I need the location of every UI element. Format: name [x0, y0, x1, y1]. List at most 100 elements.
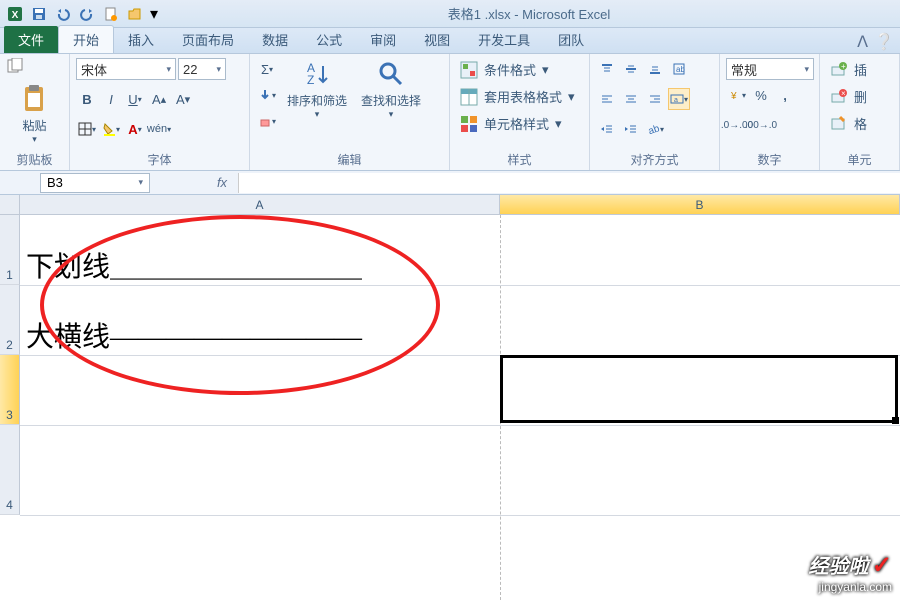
- autosum-button[interactable]: Σ▾: [256, 58, 278, 80]
- copy-button[interactable]: [6, 58, 26, 79]
- cell-styles-button[interactable]: 单元格样式 ▾: [456, 112, 583, 135]
- group-editing: Σ▾ ▾ ▾ AZ 排序和筛选▾ 查找和选择▾ 编辑: [250, 54, 450, 170]
- font-color-button[interactable]: A▾: [124, 118, 146, 140]
- font-size-combo[interactable]: 22▾: [178, 58, 226, 80]
- fill-button[interactable]: ▾: [256, 84, 278, 106]
- redo-icon[interactable]: [76, 3, 98, 25]
- open-icon[interactable]: [124, 3, 146, 25]
- delete-cells-button[interactable]: ×删: [826, 85, 871, 108]
- qat-dropdown-icon[interactable]: ▾: [148, 3, 160, 25]
- align-right-button[interactable]: [644, 88, 666, 110]
- row-header-3[interactable]: 3: [0, 355, 20, 425]
- align-center-button[interactable]: [620, 88, 642, 110]
- phonetic-button[interactable]: wén▾: [148, 118, 170, 140]
- underline-button[interactable]: U▾: [124, 88, 146, 110]
- format-table-button[interactable]: 套用表格格式 ▾: [456, 85, 583, 108]
- sort-filter-button[interactable]: AZ 排序和筛选▾: [282, 58, 352, 120]
- align-left-button[interactable]: [596, 88, 618, 110]
- cell-A2[interactable]: 大横线—————————: [26, 315, 362, 355]
- borders-button[interactable]: ▾: [76, 118, 98, 140]
- minimize-ribbon-icon[interactable]: ᐱ: [857, 32, 868, 52]
- styles-group-label: 样式: [456, 149, 583, 168]
- conditional-format-button[interactable]: 条件格式 ▾: [456, 58, 583, 81]
- tab-view[interactable]: 视图: [410, 26, 464, 53]
- shrink-font-button[interactable]: A▾: [172, 88, 194, 110]
- orientation-button[interactable]: ab▾: [644, 118, 666, 140]
- increase-indent-button[interactable]: [620, 118, 642, 140]
- active-cell-selection: [500, 355, 898, 423]
- tab-developer[interactable]: 开发工具: [464, 26, 544, 53]
- row-header-2[interactable]: 2: [0, 285, 20, 355]
- group-font: 宋体▾ 22▾ B I U▾ A▴ A▾ ▾ ▾ A▾ wén▾ 字体: [70, 54, 250, 170]
- conditional-format-icon: [460, 61, 478, 79]
- group-number: 常规▾ ¥▾ % , .0→.00 .00→.0 数字: [720, 54, 820, 170]
- group-alignment: ab a▾ ab▾ 对齐方式: [590, 54, 720, 170]
- font-name-combo[interactable]: 宋体▾: [76, 58, 176, 80]
- align-bottom-button[interactable]: [644, 58, 666, 80]
- tab-insert[interactable]: 插入: [114, 26, 168, 53]
- clear-button[interactable]: ▾: [256, 110, 278, 132]
- watermark-url: jingyanla.com: [819, 580, 892, 594]
- find-select-button[interactable]: 查找和选择▾: [356, 58, 426, 120]
- row-headers: 1 2 3 4: [0, 215, 20, 515]
- align-middle-button[interactable]: [620, 58, 642, 80]
- row-header-4[interactable]: 4: [0, 425, 20, 515]
- bold-button[interactable]: B: [76, 88, 98, 110]
- fill-handle[interactable]: [892, 417, 899, 424]
- tab-data[interactable]: 数据: [248, 26, 302, 53]
- tab-review[interactable]: 审阅: [356, 26, 410, 53]
- col-header-B[interactable]: B: [500, 195, 900, 215]
- cell-A1[interactable]: 下划线＿＿＿＿＿＿＿＿＿: [26, 245, 362, 285]
- svg-text:ab: ab: [676, 65, 685, 74]
- excel-icon[interactable]: X: [4, 3, 26, 25]
- accounting-button[interactable]: ¥▾: [726, 84, 748, 106]
- name-box[interactable]: B3▾: [40, 173, 150, 193]
- number-format-combo[interactable]: 常规▾: [726, 58, 814, 80]
- formula-bar: B3▾ fx: [0, 171, 900, 195]
- format-table-icon: [460, 88, 478, 106]
- formula-input[interactable]: [238, 173, 900, 193]
- align-top-button[interactable]: [596, 58, 618, 80]
- comma-button[interactable]: ,: [774, 84, 796, 106]
- cells-area[interactable]: 下划线＿＿＿＿＿＿＿＿＿ 大横线—————————: [20, 215, 900, 600]
- svg-text:¥: ¥: [730, 91, 737, 102]
- group-cells: +插 ×删 格 单元: [820, 54, 900, 170]
- tab-home[interactable]: 开始: [58, 25, 114, 53]
- tab-pagelayout[interactable]: 页面布局: [168, 26, 248, 53]
- grow-font-button[interactable]: A▴: [148, 88, 170, 110]
- new-doc-icon[interactable]: [100, 3, 122, 25]
- insert-cells-icon: +: [830, 61, 848, 79]
- row-header-1[interactable]: 1: [0, 215, 20, 285]
- tab-team[interactable]: 团队: [544, 26, 598, 53]
- name-box-value: B3: [47, 175, 63, 190]
- col-header-A[interactable]: A: [20, 195, 500, 215]
- italic-button[interactable]: I: [100, 88, 122, 110]
- window-title: 表格1 .xlsx - Microsoft Excel: [162, 4, 896, 23]
- format-cells-button[interactable]: 格: [826, 112, 871, 135]
- decrease-decimal-button[interactable]: .00→.0: [750, 114, 772, 136]
- insert-cells-button[interactable]: +插: [826, 58, 871, 81]
- group-styles: 条件格式 ▾ 套用表格格式 ▾ 单元格样式 ▾ 样式: [450, 54, 590, 170]
- fill-color-button[interactable]: ▾: [100, 118, 122, 140]
- percent-button[interactable]: %: [750, 84, 772, 106]
- svg-text:+: +: [841, 62, 846, 71]
- annotation-ellipse: [40, 215, 440, 395]
- cells-group-label: 单元: [826, 149, 893, 168]
- select-all-corner[interactable]: [0, 195, 20, 215]
- decrease-indent-button[interactable]: [596, 118, 618, 140]
- help-icon[interactable]: ❔: [874, 32, 894, 52]
- find-select-label: 查找和选择: [361, 92, 421, 109]
- svg-text:X: X: [12, 10, 19, 21]
- undo-icon[interactable]: [52, 3, 74, 25]
- tab-file[interactable]: 文件: [4, 26, 58, 53]
- paste-button[interactable]: 粘贴 ▾: [13, 83, 57, 145]
- tab-formulas[interactable]: 公式: [302, 26, 356, 53]
- merge-center-button[interactable]: a▾: [668, 88, 690, 110]
- sort-filter-label: 排序和筛选: [287, 92, 347, 109]
- fx-button[interactable]: fx: [210, 173, 234, 193]
- font-name-value: 宋体: [81, 60, 107, 79]
- save-icon[interactable]: [28, 3, 50, 25]
- svg-text:a: a: [674, 97, 678, 104]
- quick-access-toolbar: X ▾ 表格1 .xlsx - Microsoft Excel: [0, 0, 900, 28]
- wrap-text-button[interactable]: ab: [668, 58, 690, 80]
